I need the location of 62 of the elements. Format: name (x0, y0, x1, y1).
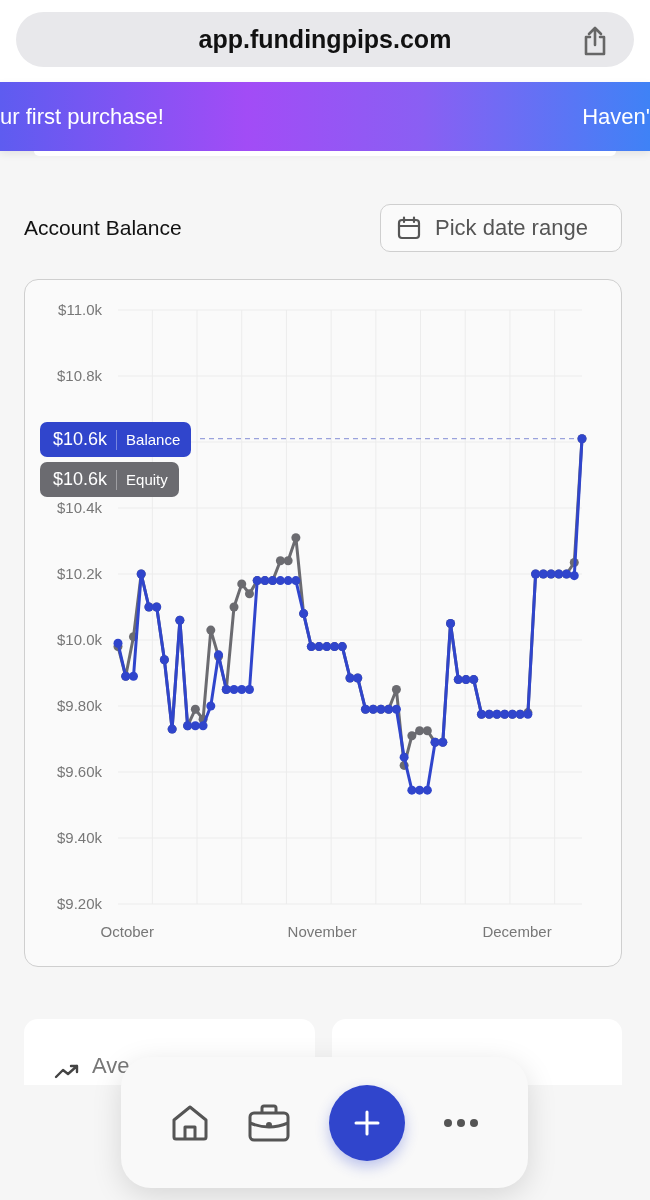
data-point (236, 578, 246, 588)
data-point (290, 575, 300, 585)
y-axis-label: $11.0k (57, 300, 102, 318)
data-point (414, 785, 424, 795)
calendar-icon (397, 216, 421, 240)
x-axis-label: December (481, 922, 552, 940)
data-point (190, 704, 200, 714)
briefcase-button[interactable] (248, 1103, 291, 1142)
address-bar[interactable]: app.fundingpips.com (16, 12, 634, 67)
plus-icon (353, 1109, 380, 1136)
data-point (414, 725, 424, 735)
data-point (569, 570, 579, 580)
data-point (229, 684, 238, 694)
y-axis-label: $10.8k (56, 366, 102, 384)
data-point (205, 625, 215, 635)
data-point (569, 557, 579, 567)
more-button[interactable] (442, 1117, 479, 1128)
value-tooltip: $10.6k Balance (40, 422, 192, 457)
add-button[interactable] (328, 1084, 405, 1161)
x-axis-label: October (100, 922, 154, 940)
url-text: app.fundingpips.com (198, 25, 452, 54)
banner-text: ur first purchase! (0, 103, 164, 130)
data-point (283, 575, 293, 585)
data-point (422, 785, 432, 795)
data-point (244, 684, 254, 694)
stat-label: Ave (92, 1053, 130, 1079)
data-point (190, 720, 200, 730)
briefcase-icon (248, 1103, 291, 1142)
value-tooltip: $10.6k Equity (40, 462, 179, 497)
data-point (399, 752, 409, 762)
banner-text: Haven' (582, 103, 650, 130)
data-point (244, 588, 254, 598)
y-axis-label: $9.80k (56, 696, 102, 714)
x-axis-label: November (287, 922, 357, 940)
y-axis-label: $10.2k (56, 564, 102, 582)
date-range-button[interactable]: Pick date range (380, 204, 622, 252)
data-point (113, 638, 122, 648)
data-point (275, 555, 285, 565)
data-point (205, 701, 215, 710)
data-point (128, 671, 138, 681)
trend-up-icon (54, 1063, 80, 1079)
y-axis-label: $9.60k (56, 762, 102, 780)
data-point (275, 575, 285, 585)
data-point (128, 631, 138, 641)
data-point (229, 602, 238, 611)
section-title: Account Balance (24, 216, 182, 240)
share-icon[interactable] (582, 26, 608, 56)
y-axis-label: $9.20k (56, 894, 102, 912)
data-point (283, 555, 293, 565)
y-axis-label: $10.0k (56, 630, 102, 648)
data-point (406, 785, 416, 795)
data-point (391, 684, 401, 694)
y-axis-label: $9.40k (56, 828, 102, 846)
data-point (236, 684, 246, 694)
data-point (391, 704, 401, 714)
more-icon (442, 1117, 479, 1128)
data-point (198, 720, 208, 730)
data-point (290, 532, 300, 542)
promo-banner[interactable]: ur first purchase! Haven' (0, 82, 650, 151)
data-point (406, 730, 416, 740)
data-point (422, 725, 432, 735)
y-axis-label: $10.4k (56, 498, 102, 516)
